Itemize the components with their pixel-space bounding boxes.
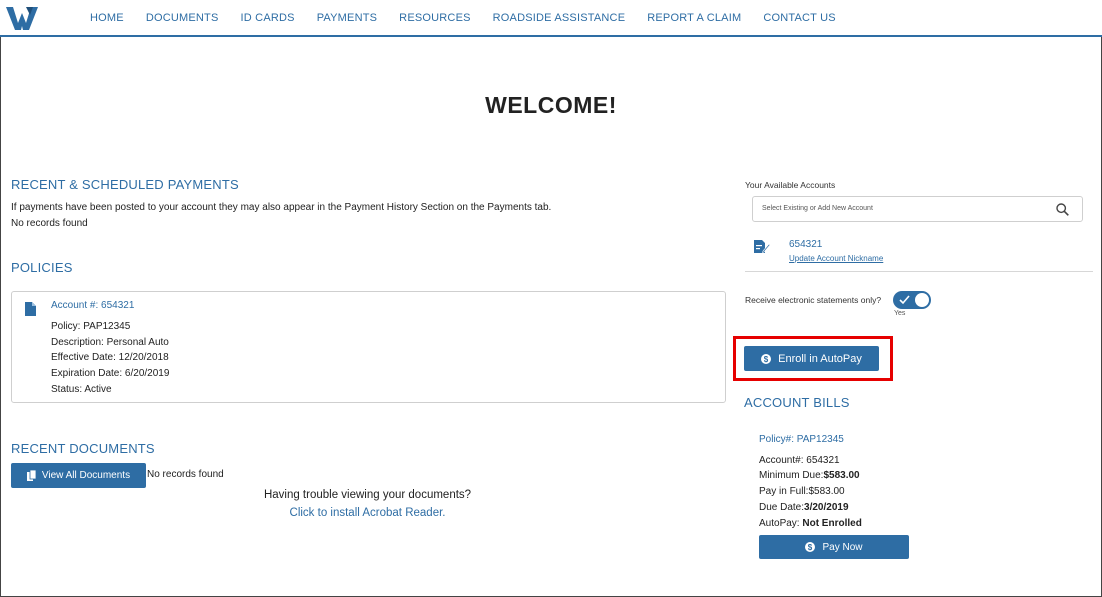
- enroll-autopay-button[interactable]: $ Enroll in AutoPay: [744, 346, 879, 371]
- recent-payments-title: RECENT & SCHEDULED PAYMENTS: [11, 177, 239, 192]
- nav-resources[interactable]: RESOURCES: [399, 12, 470, 24]
- nav-id-cards[interactable]: ID CARDS: [241, 12, 295, 24]
- dollar-icon: $: [805, 542, 816, 552]
- nav-report-a-claim[interactable]: REPORT A CLAIM: [647, 12, 741, 24]
- account-search-placeholder: Select Existing or Add New Account: [762, 205, 873, 212]
- policy-effective-date: Effective Date: 12/20/2018: [51, 352, 169, 363]
- minimum-due-label: Minimum Due:: [759, 470, 824, 481]
- account-bills-title: ACCOUNT BILLS: [744, 395, 850, 410]
- trouble-viewing-text: Having trouble viewing your documents?: [263, 489, 472, 501]
- page-title: WELCOME!: [485, 92, 617, 118]
- available-accounts-label: Your Available Accounts: [745, 180, 836, 190]
- pay-now-button[interactable]: $ Pay Now: [759, 535, 909, 559]
- company-logo-icon[interactable]: [6, 5, 42, 31]
- policy-account-link[interactable]: Account #: 654321: [51, 300, 134, 311]
- bill-due-date: Due Date:3/20/2019: [759, 502, 849, 513]
- check-icon: [899, 295, 910, 305]
- autopay-label: AutoPay:: [759, 518, 803, 529]
- nav-home[interactable]: HOME: [90, 12, 124, 24]
- dollar-icon: $: [761, 353, 772, 364]
- due-date-value: 3/20/2019: [804, 502, 849, 513]
- estatements-label: Receive electronic statements only?: [745, 295, 882, 305]
- minimum-due-value: $583.00: [823, 470, 860, 481]
- install-acrobat-link[interactable]: Click to install Acrobat Reader.: [230, 507, 505, 519]
- bill-pay-in-full: Pay in Full:$583.00: [759, 486, 845, 497]
- search-icon[interactable]: [1056, 203, 1069, 216]
- estatements-toggle-state: Yes: [894, 310, 906, 317]
- policies-title: POLICIES: [11, 260, 73, 275]
- documents-icon: [26, 470, 36, 481]
- bill-minimum-due: Minimum Due:$583.00: [759, 470, 860, 481]
- view-all-documents-label: View All Documents: [41, 470, 131, 481]
- policy-description: Description: Personal Auto: [51, 337, 169, 348]
- nav-roadside-assistance[interactable]: ROADSIDE ASSISTANCE: [493, 12, 626, 24]
- policy-expiration-date: Expiration Date: 6/20/2019: [51, 368, 170, 379]
- toggle-knob: [915, 293, 929, 307]
- due-date-label: Due Date:: [759, 502, 805, 513]
- nav-menu: HOME DOCUMENTS ID CARDS PAYMENTS RESOURC…: [90, 12, 858, 24]
- pay-now-label: Pay Now: [822, 541, 863, 553]
- recent-payments-note: If payments have been posted to your acc…: [11, 202, 552, 213]
- autopay-value: Not Enrolled: [802, 518, 862, 529]
- nav-contact-us[interactable]: CONTACT US: [763, 12, 836, 24]
- accounts-divider: [745, 271, 1093, 272]
- update-nickname-link[interactable]: Update Account Nickname: [789, 254, 883, 263]
- policy-status: Status: Active: [51, 384, 112, 395]
- estatements-toggle[interactable]: [893, 291, 931, 309]
- edit-account-icon[interactable]: [754, 239, 770, 254]
- bill-autopay-status: AutoPay: Not Enrolled: [759, 518, 862, 529]
- recent-payments-empty: No records found: [11, 218, 88, 229]
- policy-card: Account #: 654321 Policy: PAP12345 Descr…: [11, 291, 726, 403]
- nav-documents[interactable]: DOCUMENTS: [146, 12, 219, 24]
- top-navigation: HOME DOCUMENTS ID CARDS PAYMENTS RESOURC…: [0, 0, 1102, 37]
- enroll-autopay-label: Enroll in AutoPay: [778, 352, 862, 365]
- svg-text:$: $: [808, 543, 813, 552]
- documents-empty: No records found: [147, 469, 224, 480]
- account-number-link[interactable]: 654321: [789, 239, 822, 250]
- document-icon: [25, 302, 36, 316]
- nav-payments[interactable]: PAYMENTS: [317, 12, 377, 24]
- bill-account: Account#: 654321: [759, 455, 840, 466]
- view-all-documents-button[interactable]: View All Documents: [11, 463, 146, 488]
- policy-number: Policy: PAP12345: [51, 321, 131, 332]
- bill-policy-link[interactable]: Policy#: PAP12345: [759, 434, 844, 445]
- recent-documents-title: RECENT DOCUMENTS: [11, 441, 155, 456]
- svg-text:$: $: [764, 355, 769, 364]
- account-search-input[interactable]: Select Existing or Add New Account: [752, 196, 1083, 222]
